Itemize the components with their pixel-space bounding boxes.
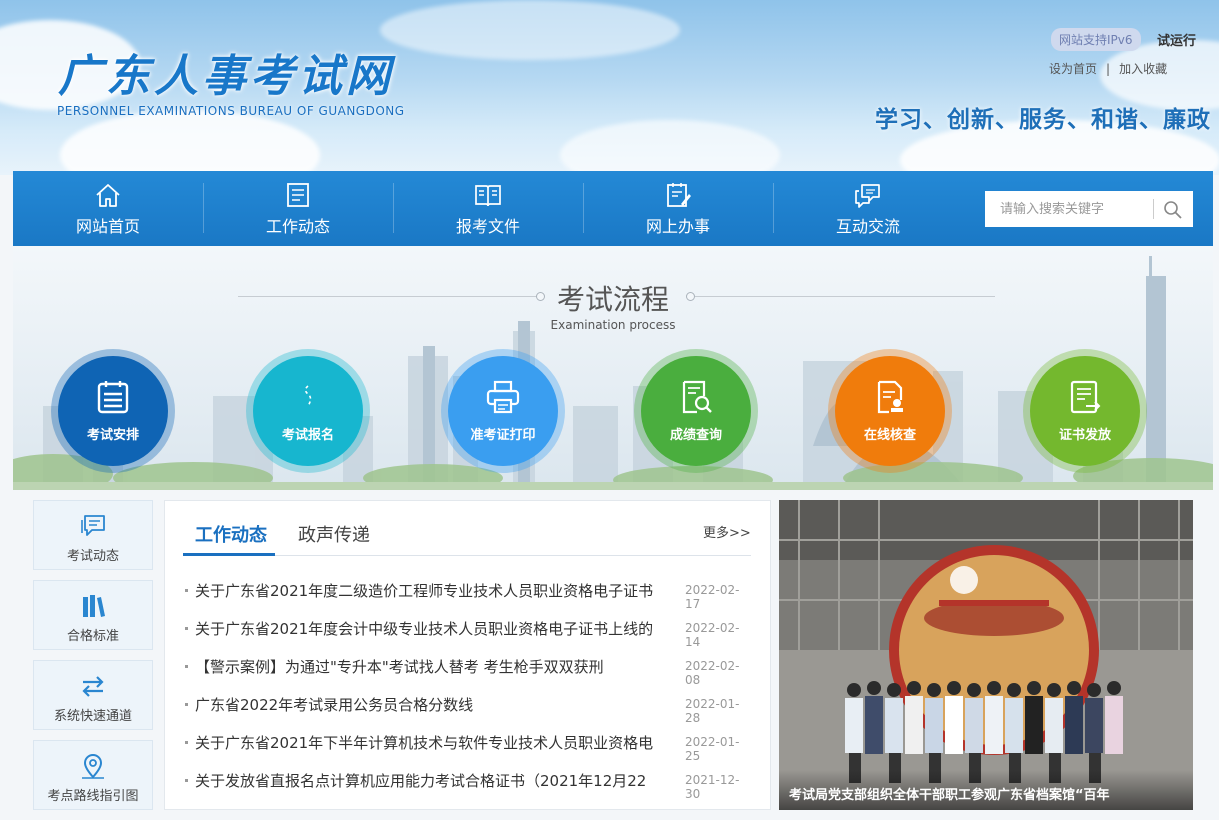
books-icon	[83, 595, 105, 617]
list-bullet	[185, 627, 188, 630]
news-list-item[interactable]: 【警示案例】为通过"专升本"考试找人替考 考生枪手双双获刑 2022-02-08	[185, 652, 753, 687]
nav-item-interaction[interactable]: 互动交流	[773, 171, 963, 246]
step-online-verify[interactable]: 在线核查	[828, 349, 952, 473]
step-exam-schedule[interactable]: 考试安排	[51, 349, 175, 473]
swap-arrows-icon	[82, 676, 104, 697]
chat-icon	[81, 515, 105, 536]
nav-item-home[interactable]: 网站首页	[13, 171, 203, 246]
quick-link-exam-news[interactable]: 考试动态	[33, 500, 153, 570]
news-list-item[interactable]: 广东省2022年考试录用公务员合格分数线 2022-01-28	[185, 690, 753, 725]
book-icon	[475, 185, 501, 207]
news-date: 2022-02-14	[685, 621, 740, 649]
step-score-query[interactable]: 成绩查询	[634, 349, 758, 473]
top-links: 设为首页 | 加入收藏	[1049, 60, 1167, 77]
more-link[interactable]: 更多>>	[703, 522, 751, 541]
photo-caption: 考试局党支部组织全体干部职工参观广东省档案馆“百年	[779, 770, 1193, 810]
tab-active-underline	[183, 553, 275, 556]
process-subtitle: Examination process	[550, 318, 676, 332]
add-favorite-link[interactable]: 加入收藏	[1119, 62, 1167, 76]
nav-item-exam-docs[interactable]: 报考文件	[393, 171, 583, 246]
quick-link-label: 系统快速通道	[53, 709, 132, 724]
list-bullet	[185, 703, 188, 706]
news-list-item[interactable]: 关于广东省2021年度二级造价工程师专业技术人员职业资格电子证书 2022-02…	[185, 576, 753, 611]
cloud-decoration	[380, 0, 680, 60]
list-bullet	[185, 589, 188, 592]
news-date: 2022-01-28	[685, 697, 740, 725]
news-title[interactable]: 广东省2022年考试录用公务员合格分数线	[195, 694, 680, 715]
calendar-list-icon	[97, 381, 129, 414]
search-box	[985, 191, 1193, 227]
list-bullet	[185, 741, 188, 744]
nav-item-label: 网上办事	[645, 217, 710, 236]
quick-link-pass-standard[interactable]: 合格标准	[33, 580, 153, 650]
tab-work-news[interactable]: 工作动态	[195, 521, 267, 547]
process-title: 考试流程	[556, 283, 669, 316]
nav-item-label: 网站首页	[75, 217, 140, 236]
step-label: 准考证打印	[470, 428, 536, 443]
nav-item-label: 工作动态	[265, 217, 330, 236]
search-document-icon	[682, 380, 712, 414]
list-bullet	[185, 665, 188, 668]
nav-item-label: 互动交流	[835, 217, 900, 236]
chat-bubbles-icon	[855, 184, 880, 208]
nav-item-label: 报考文件	[455, 217, 520, 236]
nav-item-online-services[interactable]: 网上办事	[583, 171, 773, 246]
news-title[interactable]: 关于广东省2021年度二级造价工程师专业技术人员职业资格电子证书	[195, 580, 680, 601]
main-nav: 网站首页 工作动态 报考文件 网上办事 互动交流	[13, 171, 1213, 246]
verify-document-icon	[877, 380, 903, 414]
quick-link-label: 合格标准	[66, 629, 119, 644]
quick-link-route-guide[interactable]: 考点路线指引图	[33, 740, 153, 810]
search-divider	[1153, 199, 1154, 219]
step-label: 证书发放	[1058, 428, 1111, 443]
cloud-decoration	[60, 110, 320, 175]
news-photo[interactable]: 考试局党支部组织全体干部职工参观广东省档案馆“百年	[779, 500, 1193, 810]
step-exam-signup[interactable]: 考试报名	[246, 349, 370, 473]
quick-link-system-fast-track[interactable]: 系统快速通道	[33, 660, 153, 730]
site-slogan: 学习、创新、服务、和谐、廉政	[875, 107, 1211, 133]
home-icon	[96, 184, 120, 207]
map-pin-icon	[82, 754, 104, 779]
news-date: 2022-01-25	[685, 735, 740, 763]
step-label: 考试报名	[281, 428, 334, 443]
group-photo-illustration	[779, 500, 1193, 810]
news-title[interactable]: 关于广东省2021年度会计中级专业技术人员职业资格电子证书上线的	[195, 618, 680, 639]
document-list-icon	[287, 183, 309, 207]
nav-item-work-news[interactable]: 工作动态	[203, 171, 393, 246]
quick-link-label: 考试动态	[66, 549, 119, 564]
news-panel: 工作动态 政声传递 更多>> 关于广东省2021年度二级造价工程师专业技术人员职…	[164, 500, 771, 810]
news-list-item[interactable]: 关于广东省2021年下半年计算机技术与软件专业技术人员职业资格电 2022-01…	[185, 728, 753, 763]
cloud-decoration	[560, 120, 780, 175]
top-links-separator: |	[1106, 62, 1111, 76]
step-label: 考试安排	[86, 428, 139, 443]
printer-icon	[486, 380, 520, 414]
step-certificate-issue[interactable]: 证书发放	[1023, 349, 1147, 473]
step-label: 在线核查	[863, 428, 916, 443]
search-input[interactable]	[985, 191, 1155, 227]
news-date: 2021-12-30	[685, 773, 740, 801]
step-admission-print[interactable]: 准考证打印	[441, 349, 565, 473]
news-list-item[interactable]: 关于发放省直报名点计算机应用能力考试合格证书（2021年12月22 2021-1…	[185, 766, 753, 801]
list-bullet	[185, 779, 188, 782]
site-header: 广东人事考试网 PERSONNEL EXAMINATIONS BUREAU OF…	[0, 0, 1219, 175]
news-date: 2022-02-17	[685, 583, 740, 611]
news-title[interactable]: 关于发放省直报名点计算机应用能力考试合格证书（2021年12月22	[195, 770, 680, 791]
step-label: 成绩查询	[669, 428, 722, 443]
news-title[interactable]: 【警示案例】为通过"专升本"考试找人替考 考生枪手双双获刑	[195, 656, 680, 677]
ipv6-badge: 网站支持IPv6	[1051, 28, 1141, 51]
search-icon[interactable]	[1161, 198, 1185, 222]
clipboard-edit-icon	[667, 183, 691, 207]
quick-link-label: 考点路线指引图	[47, 789, 139, 804]
news-date: 2022-02-08	[685, 659, 740, 687]
exam-process-banner: 考试流程 Examination process 考试安排 考试报名 准考证打印…	[13, 246, 1213, 490]
site-logo-subtitle: PERSONNEL EXAMINATIONS BUREAU OF GUANGDO…	[57, 104, 405, 118]
site-logo-title[interactable]: 广东人事考试网	[58, 40, 394, 104]
news-list-item[interactable]: 关于广东省2021年度会计中级专业技术人员职业资格电子证书上线的 2022-02…	[185, 614, 753, 649]
set-homepage-link[interactable]: 设为首页	[1049, 62, 1097, 76]
tab-policy-news[interactable]: 政声传递	[298, 521, 370, 547]
photo-caption-text[interactable]: 考试局党支部组织全体干部职工参观广东省档案馆“百年	[789, 784, 1189, 803]
trial-label: 试运行	[1157, 34, 1197, 49]
news-title[interactable]: 关于广东省2021年下半年计算机技术与软件专业技术人员职业资格电	[195, 732, 680, 753]
signup-icon	[304, 385, 312, 407]
certificate-icon	[1070, 380, 1101, 414]
